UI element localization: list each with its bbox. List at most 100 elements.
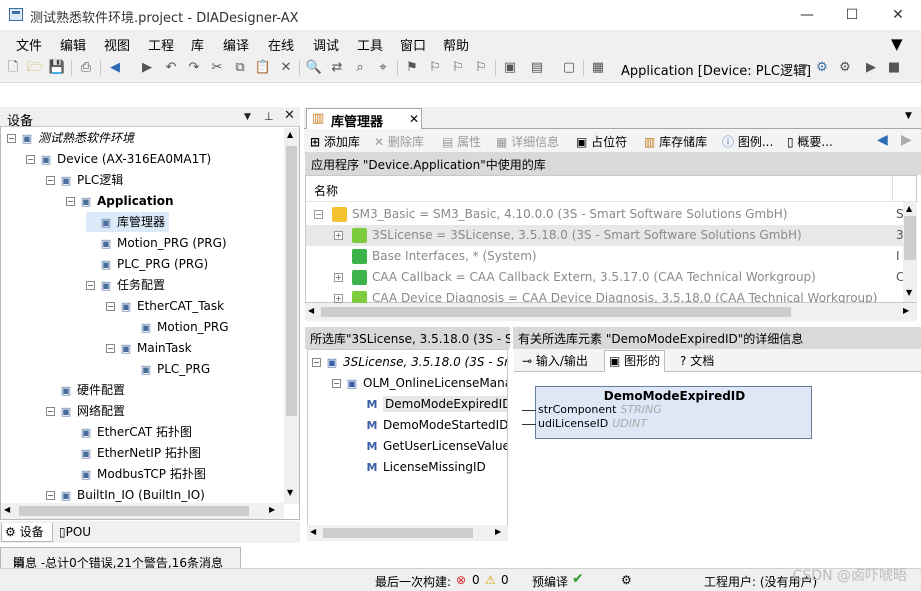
library-list-hscroll[interactable]: ◀ ▶ [305,303,917,321]
expand-toggle-icon[interactable]: − [7,134,16,143]
stop-icon[interactable]: ■ [885,59,903,77]
tabs-dropdown-icon[interactable]: ▼ [905,111,912,121]
find-all-icon[interactable]: ⌕ [351,59,369,77]
tab-graphical[interactable]: ▣ 图形的 [604,350,666,372]
device-tree-item[interactable]: − ▣ Device (AX-316EA0MA1T) [26,149,211,169]
device-tree-item[interactable]: ▣ Motion_PRG [126,317,229,337]
scroll-right-icon[interactable]: ▶ [269,505,275,514]
delete-icon[interactable]: ✕ [277,59,295,77]
pin-icon[interactable]: ⊥ [264,110,274,123]
expand-toggle-icon[interactable]: + [334,294,343,303]
expand-toggle-icon[interactable]: − [106,302,115,311]
scroll-right-icon[interactable]: ▶ [495,527,501,536]
expand-toggle-icon[interactable]: − [46,176,55,185]
hscroll-thumb[interactable] [323,528,473,538]
redo-icon[interactable]: ↷ [185,59,203,77]
device-tree-item[interactable]: ▣ EtherCAT 拓扑图 [66,422,192,442]
expand-toggle-icon[interactable]: − [314,210,323,219]
scroll-thumb[interactable] [286,146,297,416]
menu-view[interactable]: 视图 [104,35,130,54]
login-icon[interactable]: ⚙ [813,59,831,77]
menu-online[interactable]: 在线 [268,35,294,54]
device-tree-item[interactable]: ▣ ModbusTCP 拓扑图 [66,464,206,484]
scroll-right-icon[interactable]: ▶ [903,306,909,315]
device-tree-item[interactable]: − ▣ 测试熟悉软件环境 [7,128,134,148]
find-icon[interactable]: 🔍 [305,59,323,77]
scroll-up-icon[interactable]: ▲ [287,130,293,139]
expand-toggle-icon[interactable]: − [66,197,75,206]
application-selector[interactable]: Application [Device: PLC逻辑] [621,60,811,79]
library-row[interactable]: Base Interfaces, * (System) I [306,246,904,267]
expand-toggle-icon[interactable]: − [46,491,55,500]
device-tree-item[interactable]: − ▣ 网络配置 [46,401,125,421]
details-button[interactable]: ▦ 详细信息 [496,133,559,150]
column-header-name[interactable]: 名称 [306,176,918,202]
selected-tree-hscroll[interactable]: ◀ ▶ [307,525,508,541]
menu-window[interactable]: 窗口 [400,35,426,54]
scroll-left-icon[interactable]: ◀ [308,306,314,315]
legend-button[interactable]: ⓘ 图例... [722,133,773,150]
tab-pou[interactable]: ▯POU [56,523,104,542]
cut-icon[interactable]: ✂ [208,59,226,77]
open-folder-icon[interactable]: 🗁 [26,59,44,77]
close-tab-icon[interactable]: ✕ [409,112,419,126]
library-element-item[interactable]: M LicenseMissingID [352,457,486,477]
device-tree-hscroll[interactable]: ◀ ▶ [1,503,284,519]
device-tree-vscroll[interactable]: ▲ ▼ [284,128,299,504]
new-file-icon[interactable]: 🗋 [4,59,22,77]
device-tree-item[interactable]: − ▣ 任务配置 [86,275,165,295]
tab-devices[interactable]: ⚙ 设备 [1,523,53,542]
expand-toggle-icon[interactable]: − [86,281,95,290]
page-icon[interactable]: ▢ [560,59,578,77]
placeholder-button[interactable]: ▣ 占位符 [576,133,627,150]
device-tree-item[interactable]: − ▣ MainTask [106,338,192,358]
menu-build[interactable]: 编译 [223,35,249,54]
window-icon[interactable]: ▣ [501,59,519,77]
back-icon[interactable]: ◀ [106,59,124,77]
device-tree-item[interactable]: ▣ 硬件配置 [46,380,125,400]
library-element-item[interactable]: M GetUserLicenseValue [352,436,507,456]
close-window-button[interactable]: ✕ [883,4,913,26]
messages-tab[interactable]: ▤ 消息 -总计0个错误,21个警告,16条消息 [0,547,241,570]
library-element-item[interactable]: − ▣ 3SLicense, 3.5.18.0 (3S - Sma [312,352,507,372]
hscroll-thumb[interactable] [19,506,249,516]
paste-icon[interactable]: 📋 [254,59,272,77]
device-tree-item[interactable]: ▣ PLC_PRG (PRG) [86,254,208,274]
library-list-vscroll[interactable]: ▲ ▼ [903,202,917,302]
bookmark-next-icon[interactable]: ⚐ [449,59,467,77]
library-repository-button[interactable]: ▥ 库存储库 [644,133,707,150]
nav-forward-icon[interactable]: ▶ [901,132,912,148]
library-row[interactable]: + CAA Callback = CAA Callback Extern, 3.5… [306,267,904,288]
bookmark-clear-icon[interactable]: ⚐ [472,59,490,77]
device-tree-item[interactable]: − ▣ PLC逻辑 [46,170,123,190]
expand-toggle-icon[interactable]: − [46,407,55,416]
expand-toggle-icon[interactable]: + [334,231,343,240]
copy-icon[interactable]: ⧉ [231,59,249,77]
device-tree-item[interactable]: ▣ Motion_PRG (PRG) [86,233,227,253]
library-row[interactable]: − SM3_Basic = SM3_Basic, 4.10.0.0 (3S - S… [306,204,904,225]
scroll-thumb[interactable] [904,216,916,260]
expand-toggle-icon[interactable]: − [26,155,35,164]
expand-toggle-icon[interactable]: + [334,273,343,282]
user-icon[interactable]: ⚙ [621,573,632,587]
start-icon[interactable]: ▶ [862,59,880,77]
expand-toggle-icon[interactable]: − [106,344,115,353]
maximize-button[interactable]: ☐ [837,4,867,26]
expand-toggle-icon[interactable]: − [332,379,341,388]
menu-project[interactable]: 工程 [148,35,174,54]
keyboard-icon[interactable]: ▦ [589,59,607,77]
scroll-left-icon[interactable]: ◀ [4,505,10,514]
bookmark-prev-icon[interactable]: ⚐ [426,59,444,77]
nav-back-icon[interactable]: ◀ [877,132,888,148]
device-tree-item[interactable]: − ▣ BuiltIn_IO (BuiltIn_IO) [46,485,205,503]
find-next-icon[interactable]: ⌖ [374,59,392,77]
save-icon[interactable]: 💾 [48,59,66,77]
library-element-item[interactable]: −▣ OLM_OnlineLicenseManager [332,373,507,393]
device-tree-item[interactable]: − ▣ EtherCAT_Task [106,296,224,316]
chevron-down-icon[interactable]: ▼ [795,59,813,77]
menu-edit[interactable]: 编辑 [60,35,86,54]
device-tree-item[interactable]: ▣ PLC_PRG [126,359,210,379]
menu-help[interactable]: 帮助 [443,35,469,54]
scroll-down-icon[interactable]: ▼ [287,488,293,497]
panel-menu-icon[interactable]: ▼ [244,112,251,122]
